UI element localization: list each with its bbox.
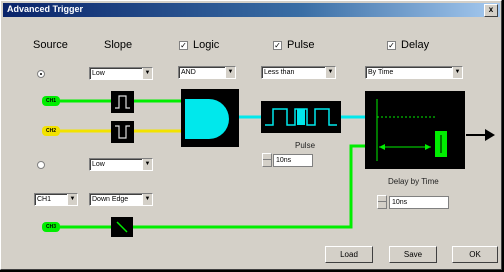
- load-button[interactable]: Load: [325, 246, 373, 263]
- pulse-value-field[interactable]: 10ns: [273, 154, 313, 167]
- and-gate-block[interactable]: [181, 89, 239, 147]
- ch3-delay-wire: [133, 144, 365, 229]
- delay-block[interactable]: [365, 91, 465, 169]
- advanced-trigger-window: Advanced Trigger x Source Slope ✓ Logic …: [0, 0, 502, 270]
- edge-dropdown[interactable]: Down Edge ▼: [89, 193, 153, 206]
- channel-dropdown[interactable]: CH1 ▼: [34, 193, 78, 206]
- pulse-spinner[interactable]: [262, 153, 272, 167]
- delay-spinner[interactable]: [377, 195, 387, 209]
- pulse-label: Pulse: [295, 141, 316, 150]
- ch2-input-chip: CH2: [42, 126, 60, 136]
- delay-label: Delay by Time: [388, 177, 439, 186]
- slope-bottom-dropdown[interactable]: Low ▼: [89, 158, 153, 171]
- save-button[interactable]: Save: [389, 246, 437, 263]
- ch1-input-chip: CH1: [42, 96, 60, 106]
- ok-button[interactable]: OK: [452, 246, 498, 263]
- chevron-down-icon: ▼: [142, 194, 152, 205]
- falling-slope-icon[interactable]: [111, 121, 134, 143]
- channel-value: CH1: [37, 196, 52, 203]
- edge-value: Down Edge: [92, 196, 129, 203]
- source-radio-bottom[interactable]: [37, 161, 45, 169]
- chevron-down-icon: ▼: [67, 194, 77, 205]
- output-arrow-icon: [485, 129, 495, 141]
- ch3-input-chip: CH3: [42, 222, 60, 232]
- and-gate-icon: [185, 99, 229, 139]
- rising-slope-icon[interactable]: [111, 91, 134, 113]
- chevron-down-icon: ▼: [142, 159, 152, 170]
- delay-value-field[interactable]: 10ns: [389, 196, 449, 209]
- down-edge-icon[interactable]: [111, 217, 133, 237]
- slope-bottom-value: Low: [92, 161, 105, 168]
- pulse-width-block[interactable]: [261, 101, 341, 133]
